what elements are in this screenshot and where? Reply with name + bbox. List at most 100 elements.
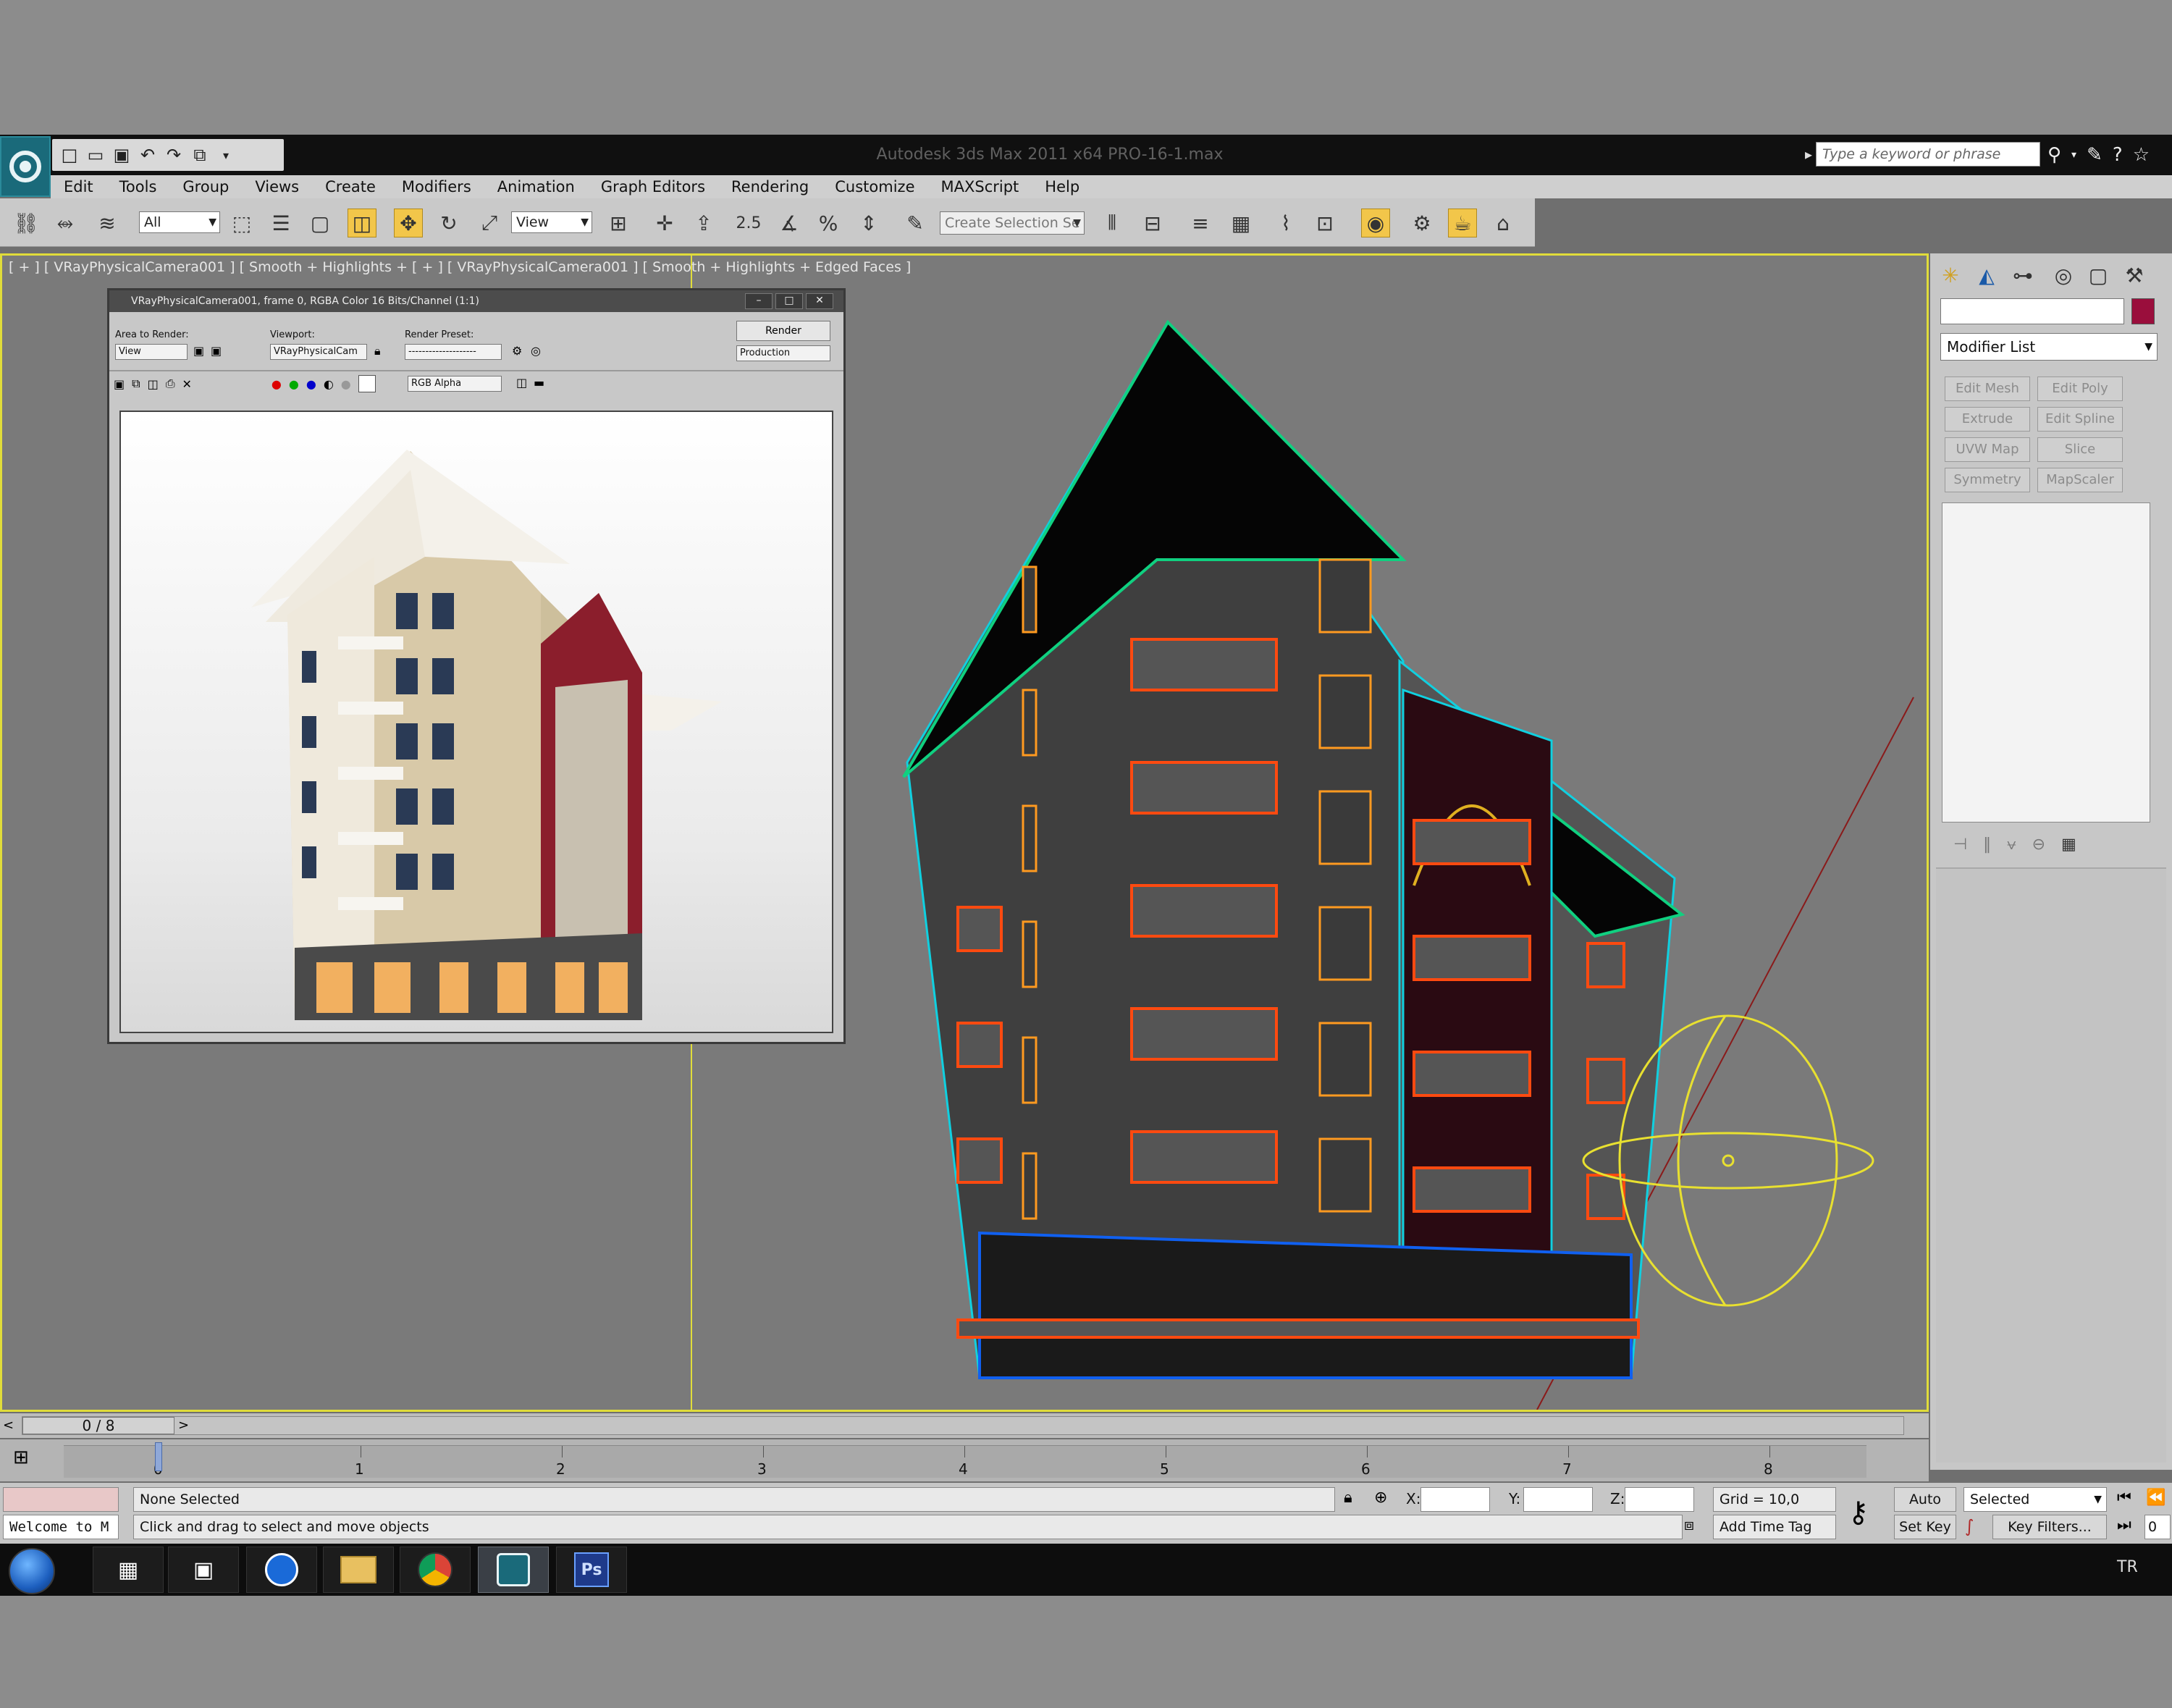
- utilities-tab-icon[interactable]: ⚒: [2120, 261, 2149, 290]
- maximize-icon[interactable]: □: [775, 293, 803, 309]
- menu-tools[interactable]: Tools: [106, 175, 170, 198]
- edit-poly-button[interactable]: Edit Poly: [2037, 376, 2123, 401]
- curve-editor-mini-icon[interactable]: ⊞: [13, 1447, 29, 1468]
- clone-window-icon[interactable]: ◫: [148, 377, 159, 391]
- current-time-marker[interactable]: [155, 1442, 162, 1471]
- z-coordinate-field[interactable]: [1625, 1487, 1694, 1512]
- select-and-scale-icon[interactable]: ⤢: [475, 209, 504, 237]
- edit-region-icon[interactable]: ▣: [193, 344, 204, 358]
- viewport-dropdown[interactable]: VRayPhysicalCam: [270, 344, 367, 360]
- keyboard-shortcut-override-icon[interactable]: ⇪: [689, 209, 718, 237]
- set-key-mode-key-icon[interactable]: ⚷: [1848, 1496, 1869, 1529]
- absolute-mode-icon[interactable]: ⊕: [1374, 1489, 1387, 1507]
- lock-icon[interactable]: 🔒︎: [374, 344, 381, 358]
- graphite-modeling-icon[interactable]: ▦: [1226, 209, 1255, 237]
- bind-space-warp-icon[interactable]: ≋: [93, 209, 122, 237]
- curve-editor-icon[interactable]: ⌇: [1271, 209, 1300, 237]
- y-coordinate-field[interactable]: [1523, 1487, 1593, 1512]
- percent-snap-icon[interactable]: %: [814, 209, 843, 237]
- time-slider-prev-icon[interactable]: <: [3, 1418, 14, 1433]
- menu-edit[interactable]: Edit: [51, 175, 106, 198]
- key-filters-button[interactable]: Key Filters...: [1992, 1515, 2107, 1539]
- select-and-rotate-icon[interactable]: ↻: [434, 209, 463, 237]
- select-and-link-icon[interactable]: ⛓: [12, 209, 41, 237]
- snaps-toggle-icon[interactable]: 2.5: [734, 209, 763, 237]
- input-language-indicator[interactable]: TR: [2117, 1558, 2138, 1576]
- taskbar-photoshop[interactable]: Ps: [556, 1547, 627, 1593]
- redo-icon[interactable]: ↷: [164, 145, 184, 165]
- window-crossing-icon[interactable]: ◫: [348, 209, 376, 237]
- copy-image-icon[interactable]: ⧉: [132, 376, 140, 391]
- minimize-icon[interactable]: –: [745, 293, 773, 309]
- application-button[interactable]: [0, 136, 51, 197]
- maxscript-listener-mini[interactable]: [3, 1487, 119, 1512]
- red-channel-icon[interactable]: ●: [272, 377, 282, 391]
- auto-region-icon[interactable]: ▣: [211, 344, 222, 358]
- select-object-icon[interactable]: ⬚: [227, 209, 256, 237]
- taskbar-chrome[interactable]: [400, 1547, 471, 1593]
- edit-named-selection-icon[interactable]: ✎: [901, 209, 930, 237]
- project-folder-icon[interactable]: ⧉: [190, 145, 210, 165]
- rectangular-selection-icon[interactable]: ▢: [306, 209, 334, 237]
- blue-channel-icon[interactable]: ●: [306, 377, 316, 391]
- save-image-icon[interactable]: ▣: [114, 377, 125, 391]
- add-time-tag[interactable]: Add Time Tag: [1713, 1515, 1836, 1539]
- object-name-field[interactable]: [1940, 298, 2124, 324]
- toggle-ui-overlay-icon[interactable]: ◫: [516, 376, 527, 390]
- display-tab-icon[interactable]: ▢: [2084, 261, 2113, 290]
- key-mode-dropdown[interactable]: Selected ▼: [1963, 1487, 2107, 1512]
- taskbar-teamviewer[interactable]: [246, 1547, 317, 1593]
- configure-modifier-sets-icon[interactable]: ▦: [2061, 836, 2076, 854]
- show-end-result-icon[interactable]: ‖: [1983, 836, 1991, 854]
- modifier-stack-list[interactable]: [1942, 502, 2150, 823]
- menu-group[interactable]: Group: [169, 175, 242, 198]
- spinner-snap-icon[interactable]: ⇕: [854, 209, 883, 237]
- new-file-icon[interactable]: □: [59, 145, 80, 165]
- search-expand-icon[interactable]: ▸: [1801, 142, 1816, 167]
- help-icon[interactable]: ?: [2113, 144, 2123, 166]
- save-icon[interactable]: ▣: [111, 145, 132, 165]
- mirror-icon[interactable]: ⫴: [1098, 209, 1127, 237]
- time-slider-next-icon[interactable]: >: [178, 1418, 189, 1433]
- menu-modifiers[interactable]: Modifiers: [389, 175, 484, 198]
- slice-button[interactable]: Slice: [2037, 437, 2123, 462]
- display-channel-dropdown[interactable]: RGB Alpha: [408, 376, 502, 392]
- close-icon[interactable]: ✕: [806, 293, 833, 309]
- open-file-icon[interactable]: ▭: [85, 145, 106, 165]
- set-key-button[interactable]: Set Key: [1894, 1515, 1956, 1539]
- taskbar-file-explorer[interactable]: [323, 1547, 394, 1593]
- taskbar-3dsmax-batch-app[interactable]: ▣: [168, 1547, 239, 1593]
- mapscaler-button[interactable]: MapScaler: [2037, 468, 2123, 492]
- menu-rendering[interactable]: Rendering: [718, 175, 822, 198]
- color-swatch[interactable]: [358, 375, 376, 392]
- named-selection-set-dropdown[interactable]: Create Selection Se ▼: [940, 211, 1085, 235]
- use-pivot-center-icon[interactable]: ⊞: [604, 209, 633, 237]
- maxscript-listener-output[interactable]: Welcome to M: [3, 1515, 119, 1539]
- taskbar-3dsmax-material-app[interactable]: ▦: [93, 1547, 164, 1593]
- render-setup-icon[interactable]: ⚙: [512, 344, 522, 358]
- clear-icon[interactable]: ✕: [182, 377, 192, 391]
- toggle-ui-icon[interactable]: ▬: [534, 376, 544, 390]
- monochrome-icon[interactable]: ●: [341, 377, 351, 391]
- communication-icon[interactable]: ✎: [2087, 144, 2102, 166]
- modifier-list-dropdown[interactable]: Modifier List ▼: [1940, 333, 2158, 361]
- pin-stack-icon[interactable]: ⊣: [1953, 836, 1967, 854]
- align-icon[interactable]: ⊟: [1138, 209, 1167, 237]
- selection-lock-icon[interactable]: 🔒︎: [1344, 1489, 1352, 1507]
- uvw-map-button[interactable]: UVW Map: [1945, 437, 2030, 462]
- environment-icon[interactable]: ◎: [531, 344, 541, 358]
- reference-coordinate-dropdown[interactable]: View ▼: [511, 211, 592, 233]
- time-slider-thumb[interactable]: 0 / 8: [22, 1417, 174, 1434]
- search-input[interactable]: Type a keyword or phrase: [1816, 142, 2040, 167]
- hierarchy-tab-icon[interactable]: ⊶: [2008, 261, 2037, 290]
- favorites-star-icon[interactable]: ☆: [2133, 144, 2150, 166]
- make-unique-icon[interactable]: ⩝: [2007, 836, 2016, 854]
- material-editor-icon[interactable]: ◉: [1361, 209, 1390, 237]
- taskbar-3dsmax[interactable]: [478, 1547, 549, 1593]
- default-in-out-tangent-icon[interactable]: ∫: [1965, 1516, 1974, 1536]
- edit-mesh-button[interactable]: Edit Mesh: [1945, 376, 2030, 401]
- remove-modifier-icon[interactable]: ⊖: [2032, 836, 2045, 854]
- schematic-view-icon[interactable]: ⊡: [1310, 209, 1339, 237]
- render-button[interactable]: Render: [736, 321, 830, 341]
- render-setup-icon[interactable]: ⚙: [1407, 209, 1436, 237]
